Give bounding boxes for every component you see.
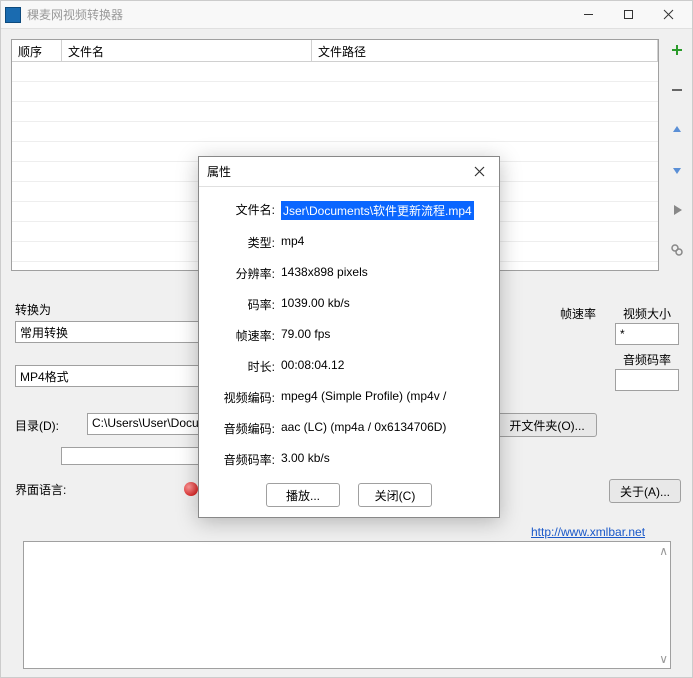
ui-lang-label: 界面语言: bbox=[15, 481, 66, 498]
dialog-title: 属性 bbox=[207, 163, 467, 180]
settings-button[interactable] bbox=[666, 239, 688, 261]
remove-button[interactable] bbox=[666, 79, 688, 101]
table-row[interactable] bbox=[12, 102, 658, 122]
website-link[interactable]: http://www.xmlbar.net bbox=[531, 525, 645, 539]
prop-abitrate: 音频码率: 3.00 kb/s bbox=[213, 451, 485, 468]
frame-rate-label: 帧速率 bbox=[560, 305, 596, 322]
col-filepath[interactable]: 文件路径 bbox=[312, 40, 658, 61]
close-button[interactable] bbox=[648, 1, 688, 29]
col-filename[interactable]: 文件名 bbox=[62, 40, 312, 61]
side-toolbar bbox=[666, 39, 688, 261]
about-button[interactable]: 关于(A)... bbox=[609, 479, 681, 503]
table-row[interactable] bbox=[12, 122, 658, 142]
col-order[interactable]: 顺序 bbox=[12, 40, 62, 61]
audio-bitrate-input[interactable] bbox=[615, 369, 679, 391]
prop-vcodec: 视频编码: mpeg4 (Simple Profile) (mp4v / bbox=[213, 389, 485, 406]
audio-bitrate-label: 音频码率 bbox=[623, 351, 671, 368]
dialog-body: 文件名: Jser\Documents\软件更新流程.mp4 类型: mp4 分… bbox=[199, 187, 499, 468]
dialog-close-button[interactable] bbox=[467, 160, 491, 184]
minimize-button[interactable] bbox=[568, 1, 608, 29]
prop-filename-value[interactable]: Jser\Documents\软件更新流程.mp4 bbox=[281, 201, 474, 220]
dir-label: 目录(D): bbox=[15, 417, 59, 434]
dir-input[interactable]: C:\Users\User\Docum bbox=[87, 413, 215, 435]
prop-fps: 帧速率: 79.00 fps bbox=[213, 327, 485, 344]
combo-value: MP4格式 bbox=[20, 368, 69, 385]
table-row[interactable] bbox=[12, 82, 658, 102]
prop-bitrate: 码率: 1039.00 kb/s bbox=[213, 296, 485, 313]
video-size-combo[interactable]: * bbox=[615, 323, 679, 345]
convert-to-label: 转换为 bbox=[15, 301, 51, 318]
progress-bar bbox=[61, 447, 221, 465]
app-icon bbox=[5, 7, 21, 23]
dialog-titlebar: 属性 bbox=[199, 157, 499, 187]
convert-mode-combo[interactable]: 常用转换 bbox=[15, 321, 215, 343]
window-title: 稞麦网视频转换器 bbox=[27, 6, 568, 23]
titlebar: 稞麦网视频转换器 bbox=[1, 1, 692, 29]
move-up-button[interactable] bbox=[666, 119, 688, 141]
prop-duration: 时长: 00:08:04.12 bbox=[213, 358, 485, 375]
table-row[interactable] bbox=[12, 62, 658, 82]
combo-value: 常用转换 bbox=[20, 324, 68, 341]
dialog-close-btn[interactable]: 关闭(C) bbox=[358, 483, 432, 507]
log-textarea[interactable]: ∧ ∨ bbox=[23, 541, 671, 669]
prop-acodec: 音频编码: aac (LC) (mp4a / 0x6134706D) bbox=[213, 420, 485, 437]
play-button[interactable] bbox=[666, 199, 688, 221]
move-down-button[interactable] bbox=[666, 159, 688, 181]
add-button[interactable] bbox=[666, 39, 688, 61]
radio-dot-icon bbox=[184, 482, 198, 496]
prop-resolution: 分辨率: 1438x898 pixels bbox=[213, 265, 485, 282]
dialog-play-button[interactable]: 播放... bbox=[266, 483, 340, 507]
maximize-button[interactable] bbox=[608, 1, 648, 29]
table-header: 顺序 文件名 文件路径 bbox=[12, 40, 658, 62]
scroll-down-icon[interactable]: ∨ bbox=[659, 652, 668, 666]
format-combo[interactable]: MP4格式 bbox=[15, 365, 215, 387]
dialog-button-row: 播放... 关闭(C) bbox=[199, 483, 499, 507]
scroll-up-icon[interactable]: ∧ bbox=[659, 544, 668, 558]
prop-type: 类型: mp4 bbox=[213, 234, 485, 251]
video-size-label: 视频大小 bbox=[623, 305, 671, 322]
properties-dialog: 属性 文件名: Jser\Documents\软件更新流程.mp4 类型: mp… bbox=[198, 156, 500, 518]
combo-value: * bbox=[620, 327, 625, 341]
open-folder-button[interactable]: 开文件夹(O)... bbox=[497, 413, 597, 437]
prop-filename: 文件名: Jser\Documents\软件更新流程.mp4 bbox=[213, 201, 485, 220]
